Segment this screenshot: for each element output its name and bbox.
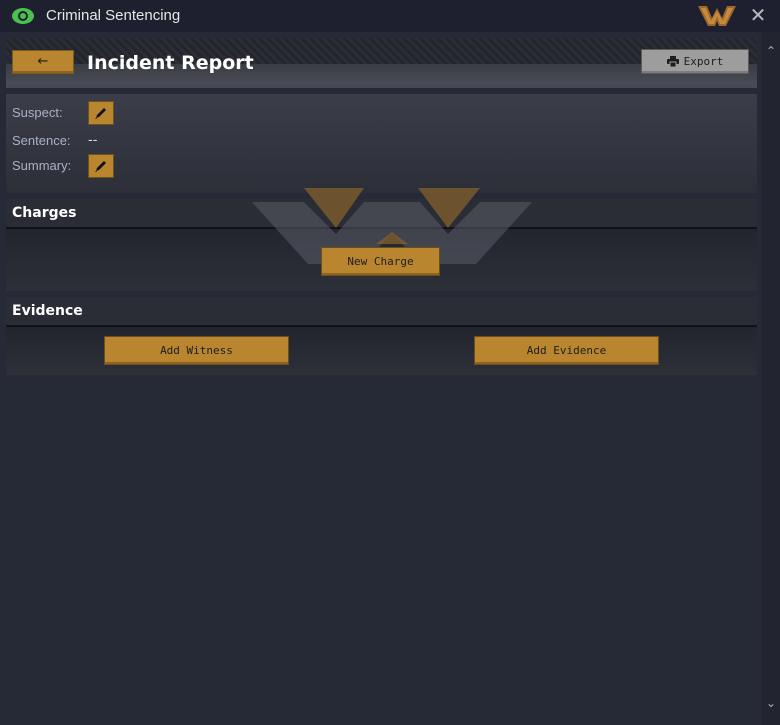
scroll-down-button[interactable]: ⌄ (762, 694, 780, 712)
pencil-icon (95, 108, 106, 119)
charges-section-header: Charges (6, 199, 757, 229)
edit-suspect-button[interactable] (88, 101, 114, 125)
pencil-icon (95, 161, 106, 172)
scroll-up-button[interactable]: ⌃ (762, 42, 780, 60)
close-button[interactable]: ✕ (748, 3, 768, 27)
summary-label: Summary: (12, 158, 72, 173)
window-title: Criminal Sentencing (46, 7, 181, 24)
add-witness-button[interactable]: Add Witness (104, 336, 289, 365)
add-evidence-button[interactable]: Add Evidence (474, 336, 659, 365)
charges-title: Charges (12, 205, 77, 221)
sentence-value: -- (88, 133, 98, 148)
evidence-title: Evidence (12, 303, 83, 319)
page-title: Incident Report (87, 52, 254, 74)
export-button[interactable]: Export (641, 49, 749, 74)
edit-summary-button[interactable] (88, 154, 114, 178)
vertical-scrollbar[interactable]: ⌃ ⌄ (762, 32, 780, 725)
back-button[interactable]: ← (12, 50, 74, 74)
report-info-panel (6, 94, 757, 193)
export-label: Export (683, 55, 724, 68)
printer-icon (666, 56, 679, 67)
logo-icon (698, 6, 736, 26)
sentence-label: Sentence: (12, 133, 71, 148)
title-bar: Criminal Sentencing ✕ (0, 0, 780, 32)
close-icon: ✕ (749, 3, 767, 27)
suspect-label: Suspect: (12, 105, 63, 120)
eye-icon (12, 8, 34, 24)
evidence-section-header: Evidence (6, 297, 757, 327)
new-charge-button[interactable]: New Charge (321, 247, 440, 276)
back-arrow-icon: ← (37, 54, 49, 69)
